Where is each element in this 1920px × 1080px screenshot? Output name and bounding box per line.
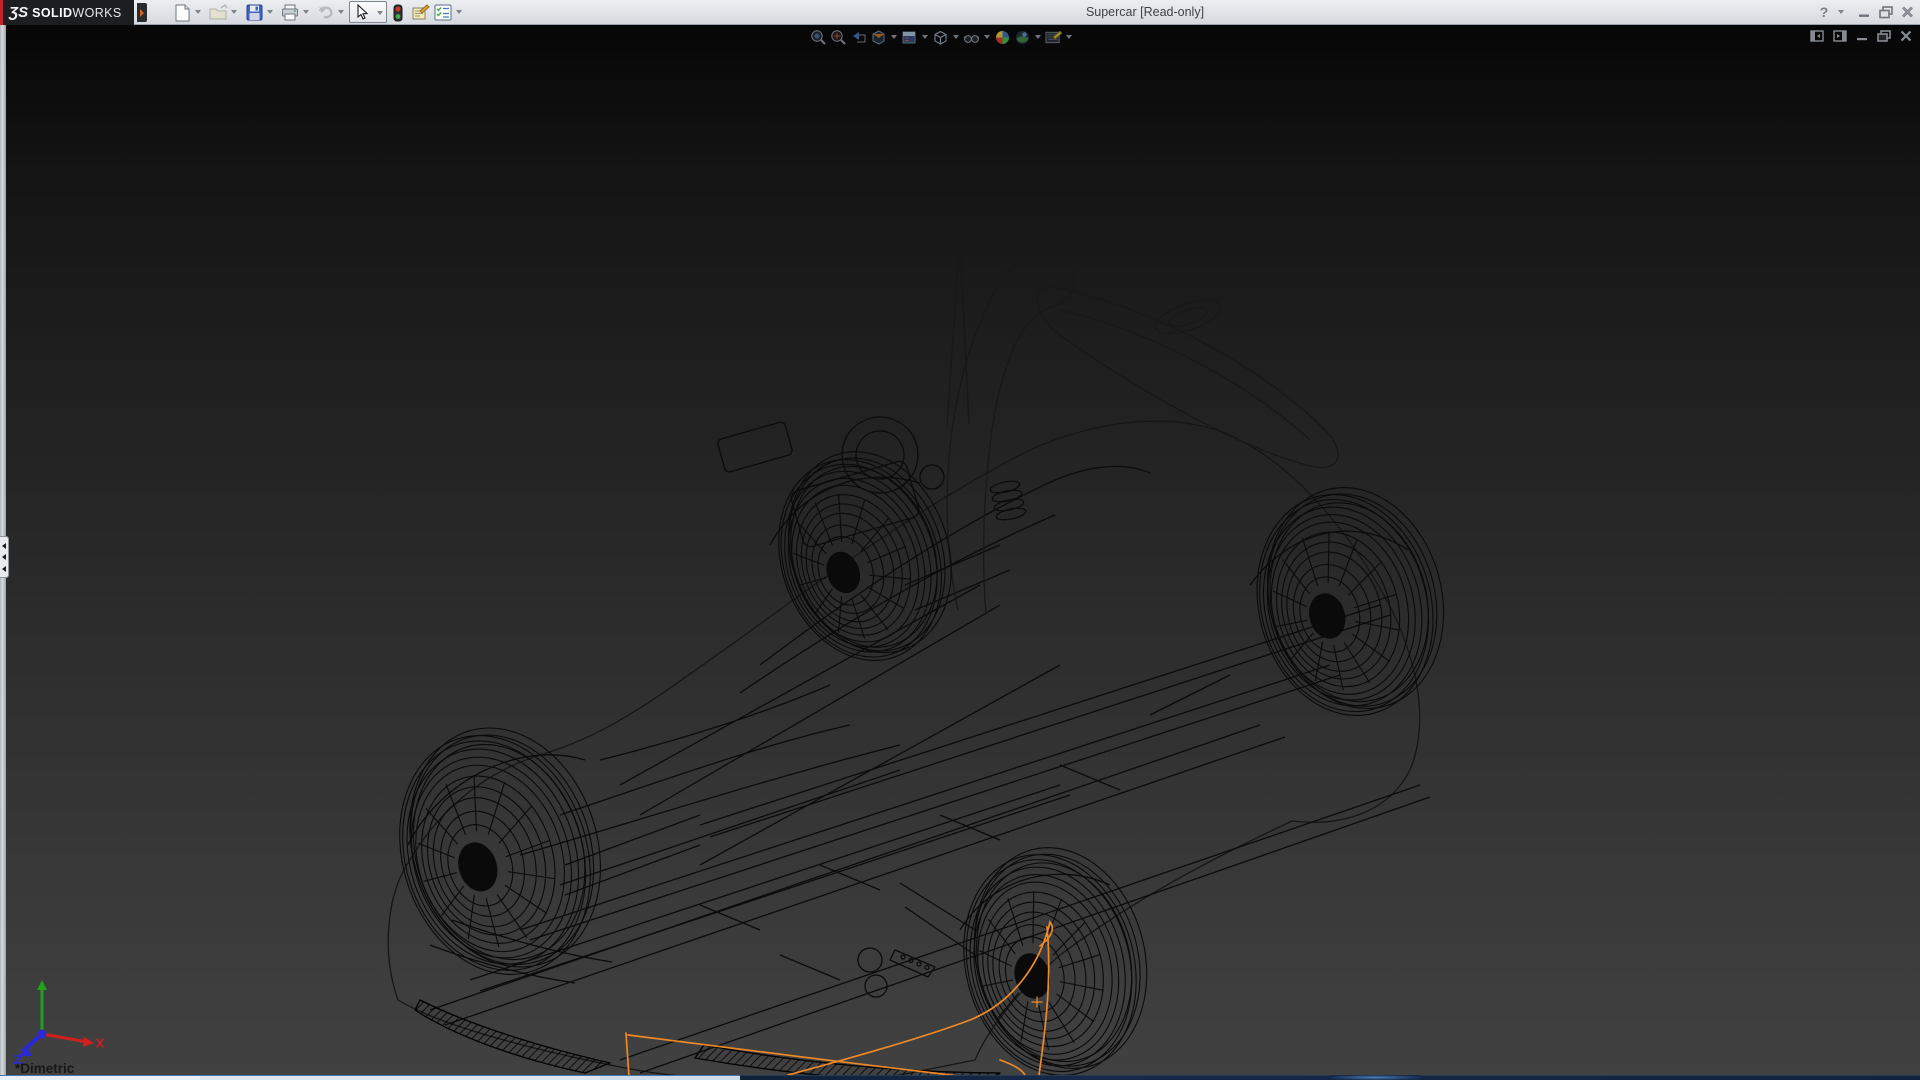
triad-x-label [97,1039,103,1047]
select-arrow-icon [355,4,370,21]
triad-x-axis [42,1034,88,1042]
view-orientation-dropdown-caret[interactable] [922,35,928,39]
collapse-arrow-icon [2,543,6,549]
zoom-to-area-icon[interactable] [830,29,847,46]
orientation-triad [6,972,106,1067]
solidworks-window: ƷS SOLID WORKS [0,0,1920,1080]
print-icon [281,4,299,21]
taskbar-segment[interactable] [0,1075,200,1080]
view-orientation-icon[interactable] [901,29,918,46]
collapse-pane-left-icon[interactable] [1810,30,1824,42]
traffic-light-icon [393,4,403,22]
help-icon: ? [1820,4,1829,20]
note-pencil-icon [411,4,430,21]
3ds-logo-icon: ƷS [9,4,28,21]
zoom-to-fit-icon[interactable] [810,29,827,46]
restore-icon [1879,6,1893,19]
menu-flyout-tab[interactable] [137,3,147,22]
help-dropdown-caret[interactable] [1838,10,1844,14]
view-orientation-label: *Dimetric [15,1061,74,1076]
previous-view-icon[interactable] [850,29,867,46]
section-dropdown-caret[interactable] [891,35,897,39]
print-button[interactable] [279,2,301,23]
taskbar-segment[interactable] [600,1075,740,1080]
brand-name-bold: SOLID [32,6,72,20]
open-dropdown-caret[interactable] [231,10,237,14]
taskbar-segment[interactable] [200,1075,600,1080]
hide-show-dropdown-caret[interactable] [984,35,990,39]
featuremanager-collapse-tab[interactable] [0,536,9,578]
display-style-icon[interactable] [932,29,949,46]
restore-button[interactable] [1877,4,1895,20]
options-dropdown-caret[interactable] [456,10,462,14]
undo-button[interactable] [314,2,336,23]
undo-icon [316,4,335,21]
section-view-icon[interactable] [870,29,887,46]
document-window-controls [1810,30,1912,42]
apply-scene-dropdown-caret[interactable] [1035,35,1041,39]
flyout-arrow-icon [140,9,144,17]
solidworks-logo: ƷS SOLID WORKS [0,0,134,25]
collapse-pane-right-icon[interactable] [1833,30,1847,42]
select-dropdown-caret[interactable] [377,11,383,15]
view-settings-icon[interactable] [1045,29,1062,46]
collapse-arrow-icon [2,554,6,560]
doc-restore-icon[interactable] [1877,30,1891,42]
select-tool-active[interactable] [349,1,387,23]
heads-up-view-toolbar [810,27,1073,47]
minimize-button[interactable] [1855,4,1872,20]
apply-scene-icon[interactable] [1014,29,1031,46]
car-body-group [388,237,1430,1075]
save-floppy-icon [246,4,263,21]
title-bar: ƷS SOLID WORKS [0,0,1920,25]
doc-close-icon[interactable] [1900,30,1912,42]
brand-name-light: WORKS [72,6,121,20]
open-folder-icon [209,4,228,21]
new-dropdown-caret[interactable] [195,10,201,14]
display-style-dropdown-caret[interactable] [953,35,959,39]
minimize-icon [1858,6,1870,18]
hide-show-items-icon[interactable] [963,29,980,46]
close-button[interactable] [1899,4,1916,20]
car-wheels-group [369,429,1469,1075]
view-settings-dropdown-caret[interactable] [1066,35,1072,39]
new-document-button[interactable] [171,2,193,23]
checklist-icon [434,4,452,21]
edit-appearance-icon[interactable] [994,29,1011,46]
collapse-arrow-icon [2,566,6,572]
save-button[interactable] [243,2,265,23]
taskbar-glow [1330,1075,1420,1080]
close-icon [1901,6,1914,18]
undo-dropdown-caret[interactable] [338,10,344,14]
design-note-button[interactable] [409,2,431,23]
new-document-icon [174,4,191,22]
taskbar-edge[interactable] [0,1075,1920,1080]
window-title: Supercar [Read-only] [1040,5,1250,19]
rebuild-button[interactable] [387,2,409,23]
save-dropdown-caret[interactable] [267,10,273,14]
open-document-button[interactable] [207,2,229,23]
help-button[interactable]: ? [1816,4,1832,20]
print-dropdown-caret[interactable] [303,10,309,14]
supercar-wireframe-model [0,25,1920,1075]
doc-minimize-icon[interactable] [1856,30,1868,42]
options-button[interactable] [432,2,454,23]
graphics-area[interactable]: *Dimetric [0,25,1920,1075]
